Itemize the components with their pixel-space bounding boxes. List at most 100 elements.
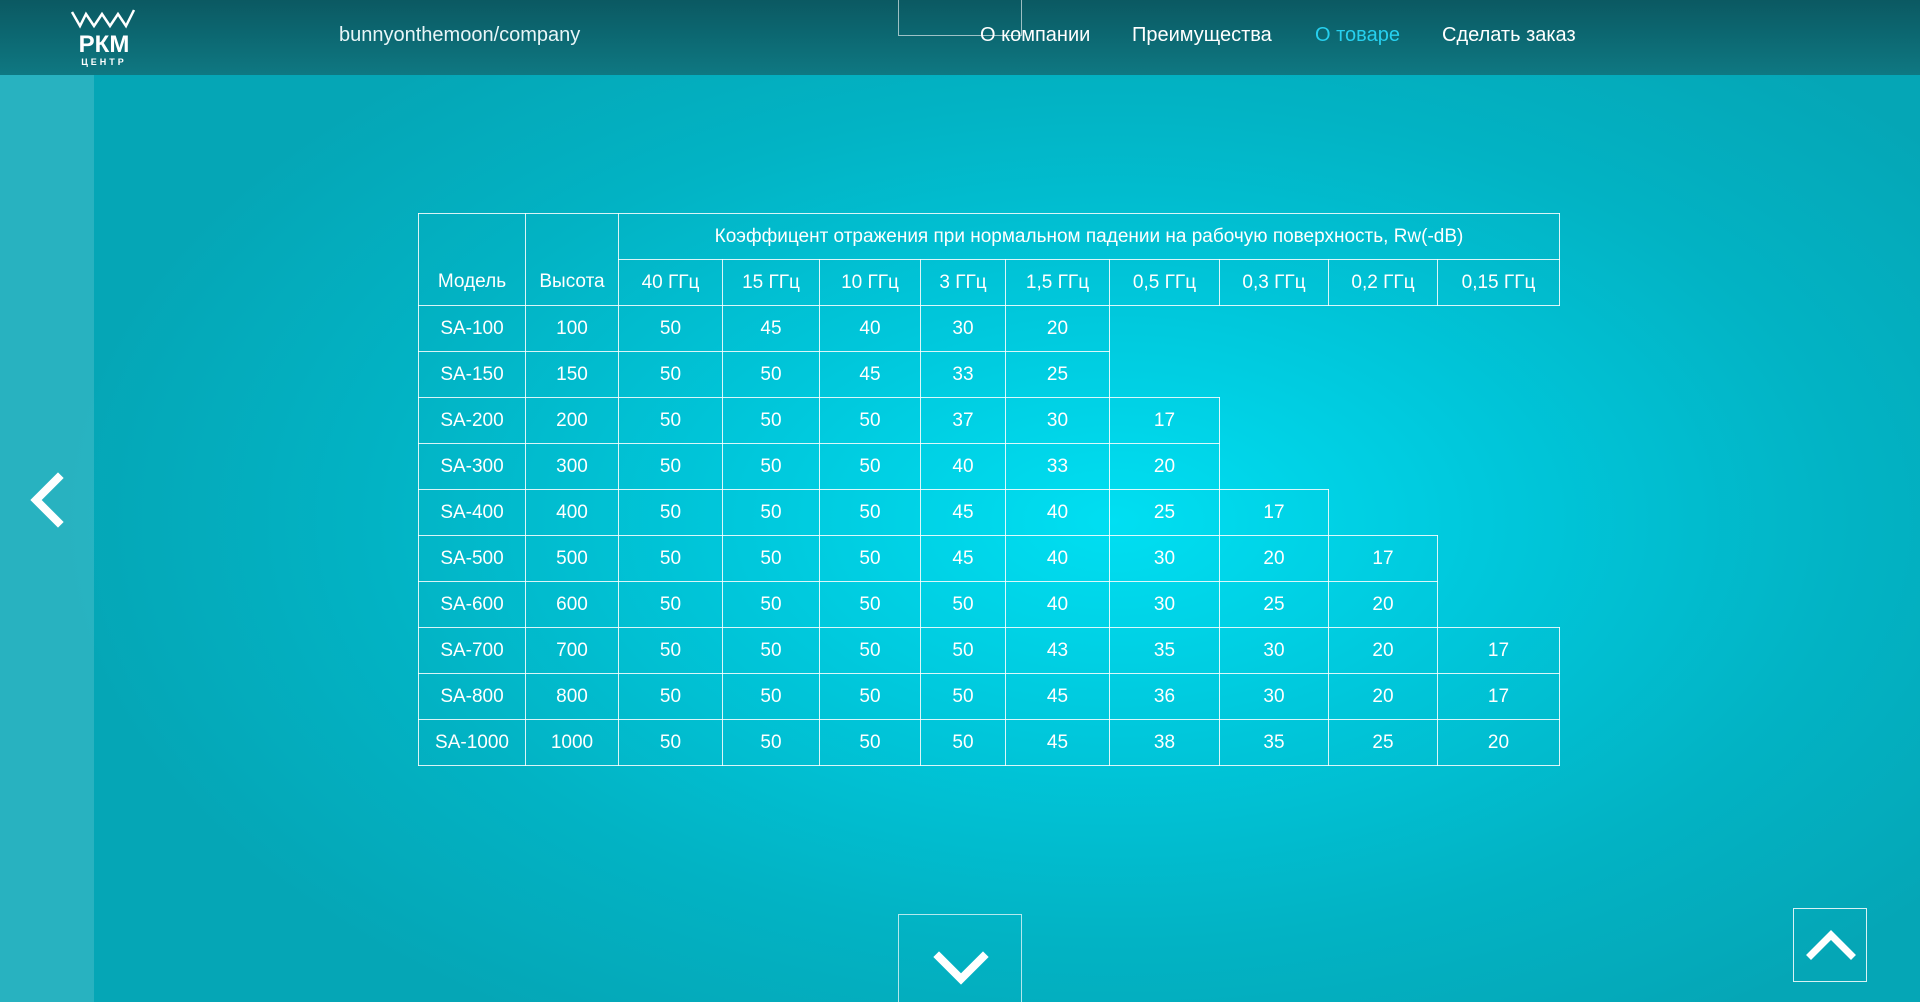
cell-model: SA-600 [418, 581, 526, 628]
table-row: SA-400 400 50 50 50 45 40 25 17 [418, 489, 1560, 536]
column-group-header: Коэффицент отражения при нормальном паде… [618, 213, 1560, 260]
cell-value: 20 [1328, 627, 1438, 674]
cell-value: 40 [1005, 489, 1110, 536]
cell-value: 50 [722, 673, 820, 720]
cell-value: 20 [1437, 719, 1560, 766]
cell-value: 43 [1005, 627, 1110, 674]
cell-value: 50 [618, 305, 723, 352]
column-header-freq: 10 ГГц [819, 259, 921, 306]
site-path: bunnyonthemoon/company [339, 24, 581, 46]
cell-height: 500 [525, 535, 619, 582]
cell-empty [1329, 352, 1438, 398]
cell-value: 50 [722, 443, 820, 490]
table-row: SA-1000 1000 50 50 50 50 45 38 35 25 20 [418, 719, 1560, 766]
cell-height: 300 [525, 443, 619, 490]
cell-value: 45 [819, 351, 921, 398]
svg-text:РКМ: РКМ [79, 31, 130, 58]
cell-value: 50 [819, 627, 921, 674]
cell-value: 17 [1437, 627, 1560, 674]
nav-item-about-product[interactable]: О товаре [1315, 24, 1400, 47]
cell-value: 50 [819, 443, 921, 490]
cell-value: 25 [1219, 581, 1329, 628]
cell-value: 30 [1109, 581, 1220, 628]
column-header-freq: 0,3 ГГц [1219, 259, 1329, 306]
cell-value: 20 [1328, 673, 1438, 720]
cell-value: 35 [1219, 719, 1329, 766]
cell-empty [1329, 490, 1438, 536]
column-header-freq: 15 ГГц [722, 259, 820, 306]
cell-value: 50 [618, 535, 723, 582]
column-header-freq: 1,5 ГГц [1005, 259, 1110, 306]
cell-value: 33 [920, 351, 1006, 398]
cell-value: 50 [722, 489, 820, 536]
scroll-to-top-button[interactable] [1793, 908, 1867, 982]
cell-value: 33 [1005, 443, 1110, 490]
cell-model: SA-400 [418, 489, 526, 536]
cell-value: 17 [1328, 535, 1438, 582]
cell-empty [1220, 352, 1329, 398]
cell-value: 17 [1109, 397, 1220, 444]
cell-empty [1110, 306, 1220, 352]
cell-value: 50 [722, 627, 820, 674]
cell-value: 50 [722, 581, 820, 628]
left-side-panel [0, 75, 94, 1002]
cell-empty [1438, 306, 1560, 352]
cell-model: SA-150 [418, 351, 526, 398]
cell-value: 17 [1437, 673, 1560, 720]
scroll-down-button[interactable] [898, 914, 1022, 1002]
table-row: SA-800 800 50 50 50 50 45 36 30 20 17 [418, 673, 1560, 720]
cell-model: SA-800 [418, 673, 526, 720]
cell-value: 50 [618, 397, 723, 444]
cell-height: 200 [525, 397, 619, 444]
cell-empty [1438, 444, 1560, 490]
cell-value: 50 [618, 351, 723, 398]
cell-value: 50 [618, 673, 723, 720]
nav-item-order[interactable]: Сделать заказ [1442, 24, 1576, 47]
cell-model: SA-200 [418, 397, 526, 444]
svg-text:ЦЕНТР: ЦЕНТР [81, 57, 127, 67]
cell-empty [1329, 444, 1438, 490]
table-row: SA-200 200 50 50 50 37 30 17 [418, 397, 1560, 444]
cell-empty [1438, 398, 1560, 444]
column-header-freq: 0,2 ГГц [1328, 259, 1438, 306]
cell-model: SA-1000 [418, 719, 526, 766]
cell-value: 40 [920, 443, 1006, 490]
top-tab-frame [898, 0, 1022, 36]
cell-height: 100 [525, 305, 619, 352]
cell-empty [1438, 536, 1560, 582]
cell-value: 25 [1328, 719, 1438, 766]
cell-value: 50 [819, 719, 921, 766]
cell-empty [1329, 306, 1438, 352]
reflection-coefficient-table: Модель Высота Коэффицент отражения при н… [418, 213, 1560, 766]
cell-model: SA-100 [418, 305, 526, 352]
cell-height: 1000 [525, 719, 619, 766]
cell-empty [1438, 490, 1560, 536]
cell-value: 45 [1005, 719, 1110, 766]
column-header-freq: 40 ГГц [618, 259, 723, 306]
cell-value: 50 [618, 627, 723, 674]
cell-value: 25 [1109, 489, 1220, 536]
cell-value: 50 [819, 397, 921, 444]
cell-empty [1329, 398, 1438, 444]
cell-empty [1438, 582, 1560, 628]
cell-model: SA-500 [418, 535, 526, 582]
cell-value: 45 [920, 489, 1006, 536]
chevron-down-icon [933, 951, 989, 985]
cell-height: 600 [525, 581, 619, 628]
column-header-freq: 0,15 ГГц [1437, 259, 1560, 306]
nav-item-advantages[interactable]: Преимущества [1132, 24, 1272, 47]
cell-value: 50 [819, 581, 921, 628]
cell-value: 17 [1219, 489, 1329, 536]
column-header-model: Модель [418, 213, 526, 306]
cell-value: 50 [722, 719, 820, 766]
cell-value: 50 [920, 581, 1006, 628]
cell-value: 30 [1109, 535, 1220, 582]
cell-empty [1220, 398, 1329, 444]
cell-value: 38 [1109, 719, 1220, 766]
column-header-height: Высота [525, 213, 619, 306]
cell-value: 30 [1219, 627, 1329, 674]
chevron-left-icon[interactable] [28, 472, 68, 528]
column-header-freq: 3 ГГц [920, 259, 1006, 306]
rkm-logo[interactable]: РКМ ЦЕНТР [68, 8, 140, 68]
chevron-up-icon [1806, 930, 1856, 960]
